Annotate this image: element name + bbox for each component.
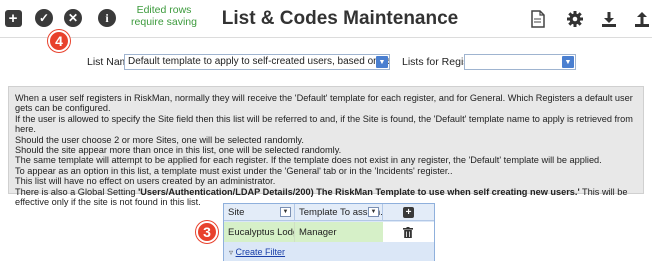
- edited-rows-notice: Edited rows require saving: [124, 4, 204, 28]
- edited-line-2: require saving: [131, 16, 197, 28]
- page-title: List & Codes Maintenance: [221, 8, 459, 29]
- step-badge-3: 3: [196, 221, 218, 243]
- gear-icon[interactable]: [565, 9, 585, 29]
- info-line: When a user self registers in RiskMan, n…: [15, 93, 633, 114]
- list-selector-row: List Name Default template to apply to s…: [0, 52, 652, 72]
- create-filter-link[interactable]: Create Filter: [236, 247, 286, 257]
- info-line: Should the site appear more than once in…: [15, 145, 342, 156]
- table-row[interactable]: Eucalyptus Lodge Manager: [224, 222, 434, 242]
- column-filter-dropdown-icon[interactable]: ▼: [368, 207, 379, 217]
- global-prefix: There is also a Global Setting: [15, 186, 139, 197]
- list-name-select[interactable]: Default template to apply to self-create…: [124, 54, 390, 70]
- add-row-header: +: [383, 204, 434, 221]
- column-header-template[interactable]: Template To assign... ▼: [295, 204, 383, 221]
- grid-footer: ▿ Create Filter: [224, 243, 434, 261]
- download-icon[interactable]: [599, 9, 619, 29]
- close-icon[interactable]: ✕: [64, 9, 82, 27]
- info-line: This list will have no effect on users c…: [15, 176, 276, 187]
- info-line: To appear as an option in this list, a t…: [15, 165, 453, 176]
- register-select[interactable]: ▼: [464, 54, 576, 70]
- grid-header: Site ▼ Template To assign... ▼ +: [224, 204, 434, 221]
- filter-icon: ▿: [229, 248, 234, 257]
- info-line: If the user is allowed to specify the Si…: [15, 113, 633, 135]
- step-badge-4: 4: [48, 30, 70, 52]
- upload-icon[interactable]: [632, 9, 652, 29]
- global-setting-path: 'Users/Authentication/LDAP Details/200) …: [138, 186, 580, 197]
- info-line: The same template will attempt to be app…: [15, 155, 602, 166]
- trash-icon[interactable]: [403, 227, 413, 238]
- column-header-label: Site: [228, 207, 245, 218]
- info-icon[interactable]: i: [98, 9, 116, 27]
- chevron-down-icon[interactable]: ▼: [376, 56, 388, 68]
- delete-row-cell: [383, 222, 434, 242]
- document-icon[interactable]: [528, 9, 548, 29]
- chevron-down-icon[interactable]: ▼: [562, 56, 574, 68]
- site-cell[interactable]: Eucalyptus Lodge: [224, 222, 295, 242]
- add-icon[interactable]: +: [4, 9, 22, 27]
- add-row-icon[interactable]: +: [403, 207, 414, 218]
- edited-line-1: Edited rows: [136, 4, 192, 16]
- info-panel: When a user self registers in RiskMan, n…: [8, 86, 644, 207]
- toolbar: + ✓ ✕ i Edited rows require saving List …: [0, 0, 652, 38]
- template-cell[interactable]: Manager: [295, 222, 383, 242]
- site-template-grid: Site ▼ Template To assign... ▼ + Eucalyp…: [223, 203, 435, 261]
- info-line: Should the user choose 2 or more Sites, …: [15, 134, 304, 145]
- column-filter-dropdown-icon[interactable]: ▼: [280, 207, 291, 217]
- column-header-site[interactable]: Site ▼: [224, 204, 295, 221]
- check-icon[interactable]: ✓: [35, 9, 53, 27]
- list-name-value: Default template to apply to self-create…: [128, 56, 389, 67]
